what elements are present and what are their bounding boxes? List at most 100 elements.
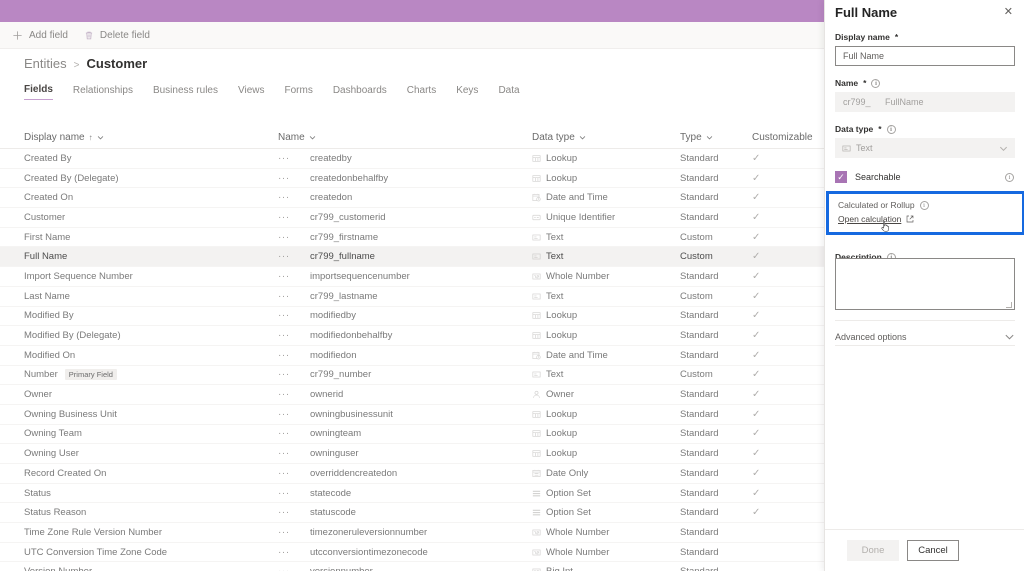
- tab-data[interactable]: Data: [498, 85, 519, 100]
- cell-data-type: Lookup: [532, 448, 680, 459]
- column-header-customizable[interactable]: Customizable: [752, 132, 813, 143]
- row-actions-button[interactable]: ···: [278, 448, 310, 459]
- open-calculation-link[interactable]: Open calculation: [838, 214, 914, 224]
- row-actions-button[interactable]: ···: [278, 566, 310, 571]
- row-actions-button[interactable]: ···: [278, 173, 310, 184]
- breadcrumb-entities-link[interactable]: Entities: [24, 56, 67, 71]
- column-header-data-type[interactable]: Data type: [532, 132, 680, 143]
- table-row[interactable]: Import Sequence Number ··· importsequencen…: [0, 267, 824, 287]
- table-row[interactable]: Modified By (Delegate) ··· modifiedonbehal…: [0, 326, 824, 346]
- lookup-icon: [532, 449, 541, 458]
- table-row[interactable]: Owning Team ··· owningteam Lookup Standard ✓: [0, 425, 824, 445]
- column-header-name[interactable]: Name: [278, 132, 532, 143]
- data-type-text: Option Set: [546, 487, 591, 499]
- cell-display-name: Modified On: [0, 350, 278, 361]
- field-display-name: Owner: [24, 389, 52, 401]
- data-type-label-text: Data type: [835, 124, 874, 134]
- row-actions-button[interactable]: ···: [278, 547, 310, 558]
- primary-field-badge: Primary Field: [64, 369, 117, 381]
- row-actions-button[interactable]: ···: [278, 409, 310, 420]
- advanced-options-toggle[interactable]: Advanced options: [835, 320, 1015, 342]
- tab-dashboards[interactable]: Dashboards: [333, 85, 387, 100]
- table-row[interactable]: Modified On ··· modifiedon Date and Time Sta…: [0, 346, 824, 366]
- row-actions-button[interactable]: ···: [278, 369, 310, 380]
- table-row[interactable]: Owning User ··· owninguser Lookup Standard ✓: [0, 444, 824, 464]
- cell-logical-name: utcconversiontimezonecode: [310, 546, 428, 558]
- info-icon[interactable]: i: [919, 200, 929, 210]
- row-actions-button[interactable]: ···: [278, 350, 310, 361]
- info-icon[interactable]: i: [1005, 172, 1014, 182]
- cancel-button[interactable]: Cancel: [907, 540, 959, 561]
- cell-display-name: Owning Business Unit: [0, 409, 278, 420]
- table-row[interactable]: Record Created On ··· overriddencreatedon D…: [0, 464, 824, 484]
- table-row[interactable]: Version Number ···versionnumber Big Int Sta…: [0, 562, 824, 571]
- row-actions-button[interactable]: ···: [278, 271, 310, 282]
- row-actions-button[interactable]: ···: [278, 232, 310, 243]
- tab-relationships[interactable]: Relationships: [73, 85, 133, 100]
- row-actions-button[interactable]: ···: [278, 330, 310, 341]
- breadcrumb: Entities > Customer: [24, 56, 147, 71]
- table-row[interactable]: Status Reason ··· statuscode Option Set Stan…: [0, 503, 824, 524]
- cell-data-type: Lookup: [532, 310, 680, 321]
- tab-views[interactable]: Views: [238, 85, 265, 100]
- cell-type: Standard: [680, 566, 752, 571]
- row-actions-button[interactable]: ···: [278, 212, 310, 223]
- table-row[interactable]: Status ··· statecode Option Set Standard ✓: [0, 484, 824, 504]
- row-actions-button[interactable]: ···: [278, 153, 310, 164]
- tab-charts[interactable]: Charts: [407, 85, 436, 100]
- row-actions-button[interactable]: ···: [278, 428, 310, 439]
- row-actions-button[interactable]: ···: [278, 291, 310, 302]
- delete-field-button[interactable]: Delete field: [84, 30, 150, 41]
- searchable-checkbox[interactable]: ✓: [835, 171, 847, 183]
- table-row[interactable]: Created By ··· createdby Lookup Standard ✓: [0, 149, 824, 169]
- checkmark-icon: ✓: [752, 408, 761, 420]
- row-actions-button[interactable]: ···: [278, 310, 310, 321]
- table-row[interactable]: Customer ··· cr799_customerid Unique Identi…: [0, 208, 824, 228]
- lookup-icon: [532, 331, 541, 340]
- row-actions-button[interactable]: ···: [278, 527, 310, 538]
- info-icon[interactable]: i: [871, 78, 881, 88]
- field-display-name: Number: [24, 369, 58, 381]
- table-row[interactable]: Created On ··· createdon Date and Time Stand…: [0, 188, 824, 209]
- row-actions-button[interactable]: ···: [278, 389, 310, 400]
- info-icon[interactable]: i: [886, 124, 896, 134]
- data-type-dropdown[interactable]: Text: [835, 138, 1015, 158]
- done-button[interactable]: Done: [847, 540, 899, 561]
- table-row[interactable]: Number Primary Field ··· cr799_number Text Cu…: [0, 366, 824, 386]
- table-row[interactable]: Owning Business Unit ··· owningbusinessuni…: [0, 405, 824, 425]
- table-row[interactable]: Time Zone Rule Version Number ··· timezone…: [0, 523, 824, 543]
- table-row[interactable]: First Name ··· cr799_firstname Text Custom ✓: [0, 228, 824, 248]
- table-row[interactable]: Owner ··· ownerid Owner Standard ✓: [0, 385, 824, 405]
- table-row[interactable]: UTC Conversion Time Zone Code ··· utcconve…: [0, 543, 824, 563]
- data-type-text: Lookup: [546, 448, 578, 460]
- resize-grip-icon[interactable]: [1006, 302, 1012, 308]
- cell-data-type: Big Int: [532, 566, 680, 571]
- cell-data-type: Text: [532, 369, 680, 380]
- divider: [835, 345, 1015, 346]
- cell-type: Standard: [680, 211, 719, 223]
- tab-keys[interactable]: Keys: [456, 85, 478, 100]
- tab-business-rules[interactable]: Business rules: [153, 85, 218, 100]
- column-header-display-name[interactable]: Display name ↑: [0, 132, 278, 143]
- row-actions-button[interactable]: ···: [278, 192, 310, 203]
- row-actions-button[interactable]: ···: [278, 507, 310, 518]
- table-row[interactable]: Created By (Delegate) ··· createdonbehalfb…: [0, 169, 824, 189]
- table-row[interactable]: Last Name ··· cr799_lastname Text Custom ✓: [0, 287, 824, 307]
- cell-customizable: ✓: [752, 507, 812, 518]
- checkmark-icon: ✓: [752, 231, 761, 243]
- tab-forms[interactable]: Forms: [284, 85, 312, 100]
- checkmark-icon: ✓: [752, 270, 761, 282]
- cell-data-type: Lookup: [532, 409, 680, 420]
- row-actions-button[interactable]: ···: [278, 251, 310, 262]
- table-row[interactable]: Modified By ··· modifiedby Lookup Standard ✓: [0, 307, 824, 327]
- row-actions-button[interactable]: ···: [278, 488, 310, 499]
- add-field-button[interactable]: Add field: [12, 30, 68, 41]
- column-header-type[interactable]: Type: [680, 132, 752, 143]
- close-icon[interactable]: ✕: [1002, 5, 1015, 20]
- display-name-input[interactable]: Full Name: [835, 46, 1015, 66]
- cell-logical-name: cr799_lastname: [310, 290, 378, 302]
- row-actions-button[interactable]: ···: [278, 468, 310, 479]
- description-textarea[interactable]: [835, 258, 1015, 310]
- table-row[interactable]: Full Name ··· cr799_fullname Text Custom ✓: [0, 247, 824, 268]
- tab-fields[interactable]: Fields: [24, 84, 53, 100]
